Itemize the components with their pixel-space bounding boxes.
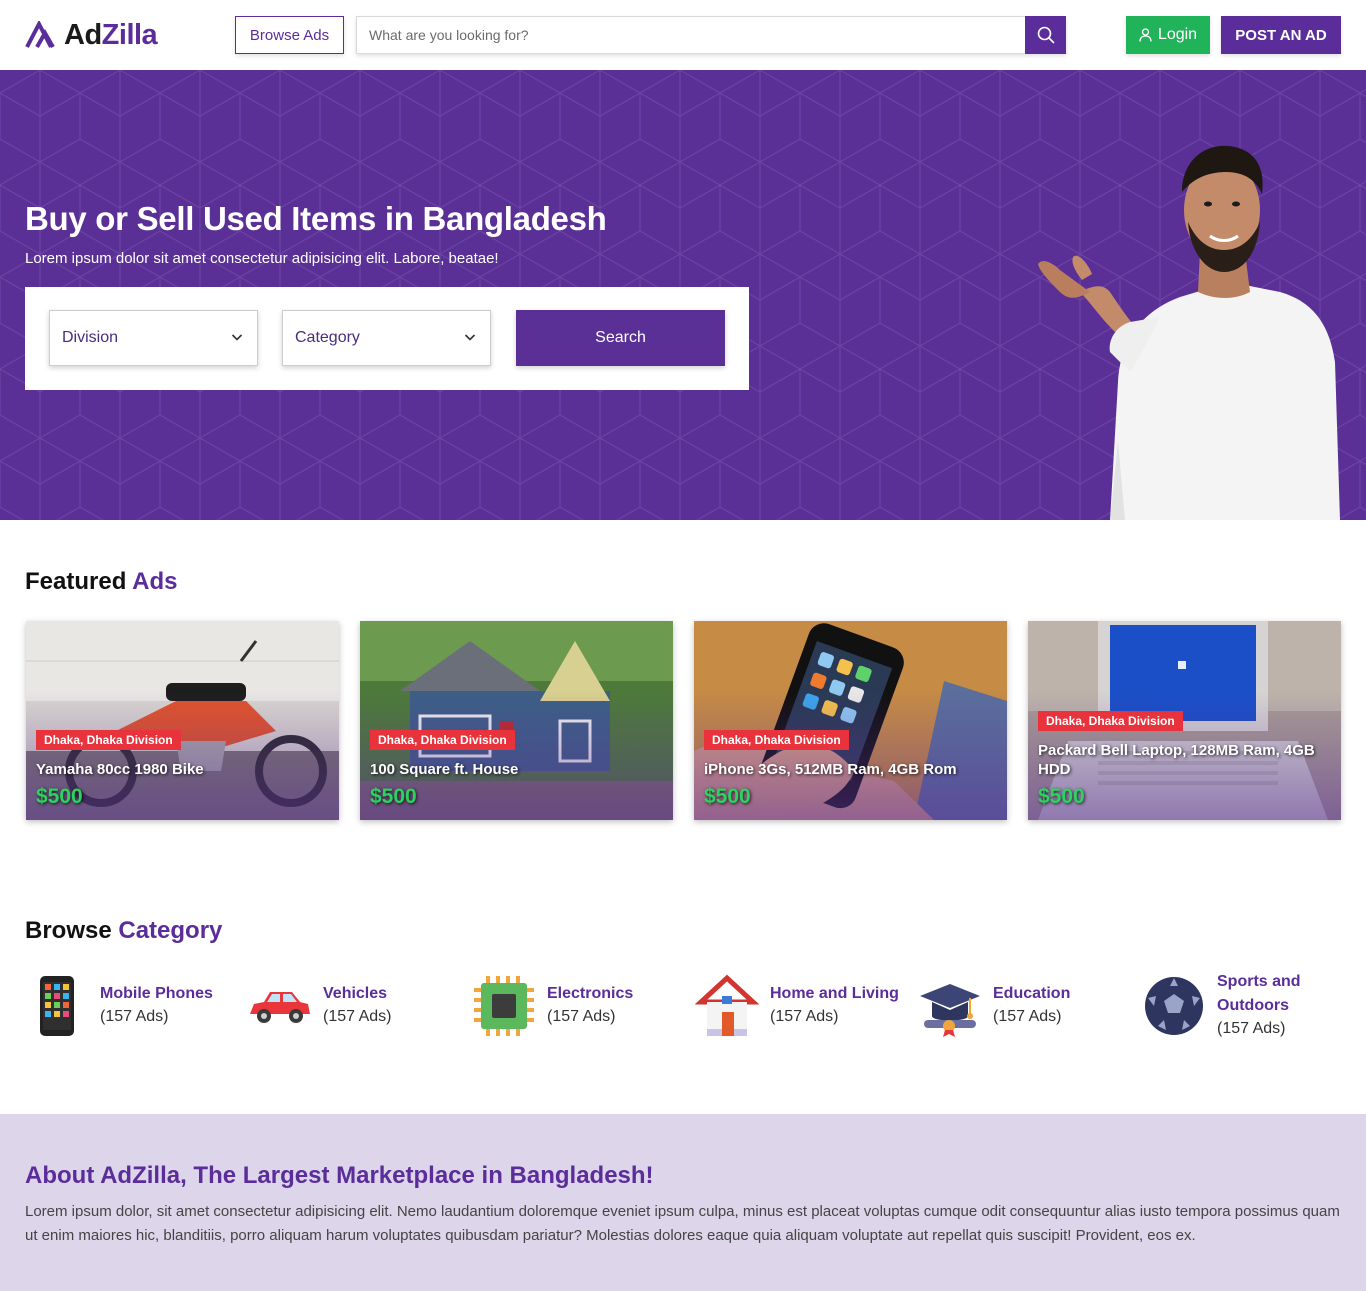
graduation-cap-icon — [920, 984, 980, 1037]
ad-title: Packard Bell Laptop, 128MB Ram, 4GB HDD — [1038, 742, 1315, 778]
site-logo[interactable]: AdZilla — [25, 19, 158, 51]
ad-location-badge: Dhaka, Dhaka Division — [36, 730, 181, 750]
logo-text-ad: Ad — [64, 19, 102, 51]
category-name: Electronics — [547, 985, 634, 1002]
ad-card[interactable]: Dhaka, Dhaka Division 100 Square ft. Hou… — [360, 621, 673, 820]
category-count: (157 Ads) — [993, 1008, 1062, 1025]
category-item-vehicles[interactable]: Vehicles (157 Ads) — [248, 970, 448, 1050]
login-button[interactable]: Login — [1126, 16, 1210, 54]
search-icon — [1037, 26, 1054, 44]
ad-title: 100 Square ft. House — [370, 761, 519, 778]
category-heading-part-b: Category — [118, 917, 223, 944]
category-count: (157 Ads) — [323, 1008, 392, 1025]
about-title: About AdZilla, The Largest Marketplace i… — [25, 1162, 654, 1189]
logo-text-zilla: Zilla — [101, 19, 158, 51]
header-search — [356, 16, 1066, 54]
category-item-mobile-phones[interactable]: Mobile Phones (157 Ads) — [25, 970, 225, 1050]
category-item-home-and-living[interactable]: Home and Living (157 Ads) — [695, 970, 905, 1050]
category-name: Mobile Phones — [100, 985, 213, 1002]
featured-ads-heading: Featured Ads — [25, 568, 177, 596]
hero-banner: Buy or Sell Used Items in Bangladesh Lor… — [0, 70, 1366, 520]
chevron-down-icon — [464, 334, 476, 341]
user-icon — [1139, 28, 1152, 42]
ad-card[interactable]: Dhaka, Dhaka Division iPhone 3Gs, 512MB … — [694, 621, 1007, 820]
ad-price: $500 — [704, 785, 751, 808]
hero-search-box: Division Category Search — [25, 287, 749, 390]
category-select[interactable]: Category — [282, 310, 491, 366]
ad-price: $500 — [36, 785, 83, 808]
search-input[interactable] — [356, 16, 1025, 54]
ad-location-badge: Dhaka, Dhaka Division — [1038, 711, 1183, 731]
browse-category-heading: Browse Category — [25, 917, 222, 945]
ball-icon — [1145, 977, 1203, 1035]
hero-person-image — [1038, 145, 1340, 520]
login-label: Login — [1157, 26, 1198, 43]
ad-location-badge: Dhaka, Dhaka Division — [704, 730, 849, 750]
logo-icon — [25, 21, 55, 48]
category-count: (157 Ads) — [547, 1008, 616, 1025]
browse-ads-button[interactable]: Browse Ads — [235, 16, 344, 54]
category-count: (157 Ads) — [770, 1008, 839, 1025]
ad-price: $500 — [1038, 785, 1085, 808]
hero-subtitle: Lorem ipsum dolor sit amet consectetur a… — [25, 250, 499, 267]
category-count: (157 Ads) — [1217, 1020, 1286, 1037]
house-icon — [695, 974, 759, 1036]
category-heading-part-a: Browse — [25, 917, 112, 944]
hero-search-button[interactable]: Search — [516, 310, 725, 366]
mobile-phone-icon — [40, 976, 74, 1036]
car-icon — [250, 992, 310, 1023]
hero-title: Buy or Sell Used Items in Bangladesh — [25, 200, 607, 237]
division-select-label: Division — [62, 329, 119, 346]
category-name: Sports and Outdoors — [1217, 973, 1301, 1014]
category-name: Home and Living — [770, 985, 899, 1002]
search-button[interactable] — [1025, 16, 1066, 54]
logo-text: AdZilla — [64, 19, 158, 51]
featured-heading-part-a: Featured — [25, 568, 127, 595]
ad-price: $500 — [370, 785, 417, 808]
division-select[interactable]: Division — [49, 310, 258, 366]
ad-title: Yamaha 80cc 1980 Bike — [36, 761, 204, 778]
about-section: About AdZilla, The Largest Marketplace i… — [0, 1114, 1366, 1291]
post-ad-button[interactable]: POST AN AD — [1221, 16, 1341, 54]
category-item-electronics[interactable]: Electronics (157 Ads) — [472, 970, 672, 1050]
category-name: Vehicles — [323, 985, 388, 1002]
category-count: (157 Ads) — [100, 1008, 169, 1025]
chevron-down-icon — [231, 334, 243, 341]
ad-card[interactable]: Dhaka, Dhaka Division Yamaha 80cc 1980 B… — [26, 621, 339, 820]
ad-title: iPhone 3Gs, 512MB Ram, 4GB Rom — [704, 761, 957, 778]
site-header: AdZilla Browse Ads Login POST AN AD — [0, 0, 1366, 70]
category-item-sports-and-outdoors[interactable]: Sports and Outdoors (157 Ads) — [1142, 970, 1342, 1050]
chip-icon — [474, 976, 534, 1036]
about-text: Lorem ipsum dolor, sit amet consectetur … — [25, 1203, 1340, 1244]
category-name: Education — [993, 985, 1071, 1002]
ad-card[interactable]: Dhaka, Dhaka Division Packard Bell Lapto… — [1028, 621, 1341, 820]
featured-heading-part-b: Ads — [132, 568, 178, 595]
category-select-label: Category — [295, 329, 360, 346]
ad-location-badge: Dhaka, Dhaka Division — [370, 730, 515, 750]
category-item-education[interactable]: Education (157 Ads) — [918, 970, 1118, 1050]
